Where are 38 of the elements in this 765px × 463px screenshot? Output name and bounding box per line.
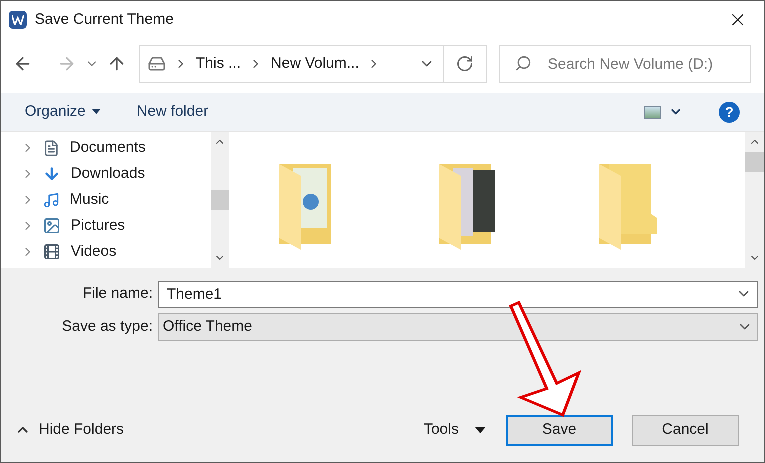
cancel-button[interactable]: Cancel [632, 414, 739, 446]
sidebar-item[interactable]: Downloads [1, 161, 211, 187]
scrollbar-thumb[interactable] [211, 190, 229, 210]
sidebar-item[interactable]: Pictures [1, 213, 211, 239]
save-type-dropdown[interactable]: Office Theme [158, 313, 758, 341]
file-name-field[interactable]: Theme1 [158, 281, 758, 308]
breadcrumb-segment[interactable]: New Volum... [271, 52, 360, 76]
scrollbar-thumb[interactable] [745, 152, 764, 172]
search-icon [515, 55, 532, 72]
download-arrow-icon [43, 165, 61, 183]
caret-icon [475, 426, 486, 434]
music-note-icon [43, 192, 60, 208]
sidebar-scrollbar[interactable] [211, 132, 229, 268]
sidebar-item[interactable]: Music [1, 187, 211, 213]
new-folder-button[interactable]: New folder [136, 100, 209, 124]
breadcrumb-segment[interactable]: This ... [196, 52, 242, 76]
word-logo-icon [9, 11, 27, 29]
organize-menu-button[interactable]: Organize [25, 100, 101, 124]
content-scrollbar[interactable] [745, 132, 764, 268]
save-button[interactable]: Save [506, 414, 613, 446]
caret-icon [92, 109, 101, 115]
picture-icon [43, 217, 61, 235]
search-field[interactable]: Search New Volume (D:) [499, 45, 751, 83]
refresh-button[interactable] [444, 45, 487, 83]
tools-menu-button[interactable]: Tools [424, 418, 486, 442]
view-options-icon[interactable] [644, 106, 661, 118]
document-icon [43, 140, 60, 156]
window-title: Save Current Theme [35, 10, 175, 30]
sidebar-item[interactable]: Documents [1, 135, 211, 161]
help-icon[interactable]: ? [719, 102, 740, 122]
refresh-icon [456, 55, 474, 73]
file-name-label: File name: [82, 284, 153, 304]
drive-icon [148, 55, 166, 73]
film-icon [43, 243, 61, 261]
save-type-label: Save as type: [61, 316, 153, 337]
address-bar[interactable]: This ... New Volum... [139, 45, 444, 83]
hide-folders-button[interactable]: Hide Folders [7, 418, 124, 442]
sidebar-item[interactable]: Videos [1, 239, 211, 265]
